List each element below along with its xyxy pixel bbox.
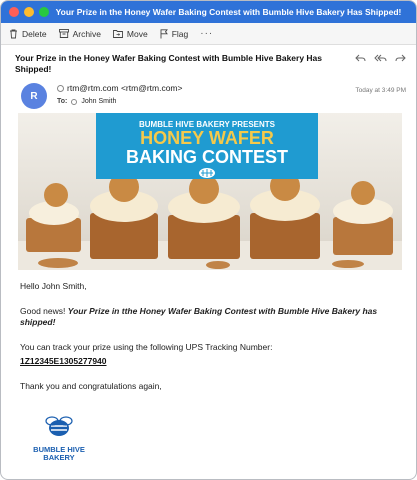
recipient-status-indicator xyxy=(71,98,78,105)
reply-icon[interactable] xyxy=(355,53,366,63)
folder-move-icon xyxy=(112,29,123,38)
flag-label: Flag xyxy=(171,28,189,39)
from-row: rtm@rtm.com <rtm@rtm.com> xyxy=(57,83,182,93)
reply-all-icon[interactable] xyxy=(374,53,387,63)
logo-line-2: BAKERY xyxy=(43,453,75,462)
more-button[interactable]: ··· xyxy=(200,28,213,39)
banner-headline-1: HONEY WAFER xyxy=(140,128,274,148)
sender-avatar: R xyxy=(21,83,47,109)
trash-icon xyxy=(9,29,18,39)
message-body: Hello John Smith, Good news! Your Prize … xyxy=(20,281,410,406)
delete-label: Delete xyxy=(22,28,47,39)
delete-button[interactable]: Delete xyxy=(9,29,47,39)
window-title: Your Prize in the Honey Wafer Baking Con… xyxy=(55,7,402,17)
sender-status-indicator xyxy=(57,84,64,92)
news-highlight: Your Prize in tthe Honey Wafer Baking Co… xyxy=(20,306,378,327)
flag-icon xyxy=(160,28,168,39)
news-paragraph: Good news! Your Prize in tthe Honey Wafe… xyxy=(20,306,410,328)
move-label: Move xyxy=(126,28,148,39)
banner-headline-2: BAKING CONTEST xyxy=(126,147,288,167)
greeting: Hello John Smith, xyxy=(20,281,87,291)
tracking-intro: You can track your prize using the follo… xyxy=(20,342,273,352)
contest-banner-image: BUMBLE HIVE BAKERY PRESENTS HONEY WAFER … xyxy=(18,113,402,270)
to-label: To: xyxy=(57,98,68,105)
banner-bee-icon xyxy=(199,168,215,178)
message-date: Today at 3:49 PM xyxy=(355,87,406,94)
closing: Thank you and congratulations again, xyxy=(20,381,162,391)
forward-icon[interactable] xyxy=(395,53,406,63)
archive-icon xyxy=(58,29,69,38)
window-controls xyxy=(9,7,49,17)
minimize-window-button[interactable] xyxy=(24,7,34,17)
archive-button[interactable]: Archive xyxy=(58,28,101,39)
mail-window: Your Prize in the Honey Wafer Baking Con… xyxy=(0,0,417,480)
zoom-window-button[interactable] xyxy=(39,7,49,17)
title-bar: Your Prize in the Honey Wafer Baking Con… xyxy=(1,1,416,23)
recipient-name[interactable]: John Smith xyxy=(81,98,116,105)
message-subject: Your Prize in the Honey Wafer Baking Con… xyxy=(15,53,323,74)
message-actions xyxy=(355,53,406,63)
sender-address[interactable]: rtm@rtm.com <rtm@rtm.com> xyxy=(67,83,182,93)
news-prefix: Good news! xyxy=(20,306,68,316)
logo-text: BUMBLE HIVE BAKERY xyxy=(23,446,95,462)
move-button[interactable]: Move xyxy=(112,28,148,39)
tracking-number-link[interactable]: 1Z12345E1305277940 xyxy=(20,356,107,366)
bee-logo-icon xyxy=(45,416,73,436)
to-row: To: John Smith xyxy=(57,98,116,105)
toolbar: Delete Archive Move Flag ··· xyxy=(1,23,416,45)
flag-button[interactable]: Flag xyxy=(160,28,189,39)
message-header: Your Prize in the Honey Wafer Baking Con… xyxy=(1,45,416,123)
bakery-logo: BUMBLE HIVE BAKERY xyxy=(23,415,95,465)
close-window-button[interactable] xyxy=(9,7,19,17)
archive-label: Archive xyxy=(72,28,101,39)
